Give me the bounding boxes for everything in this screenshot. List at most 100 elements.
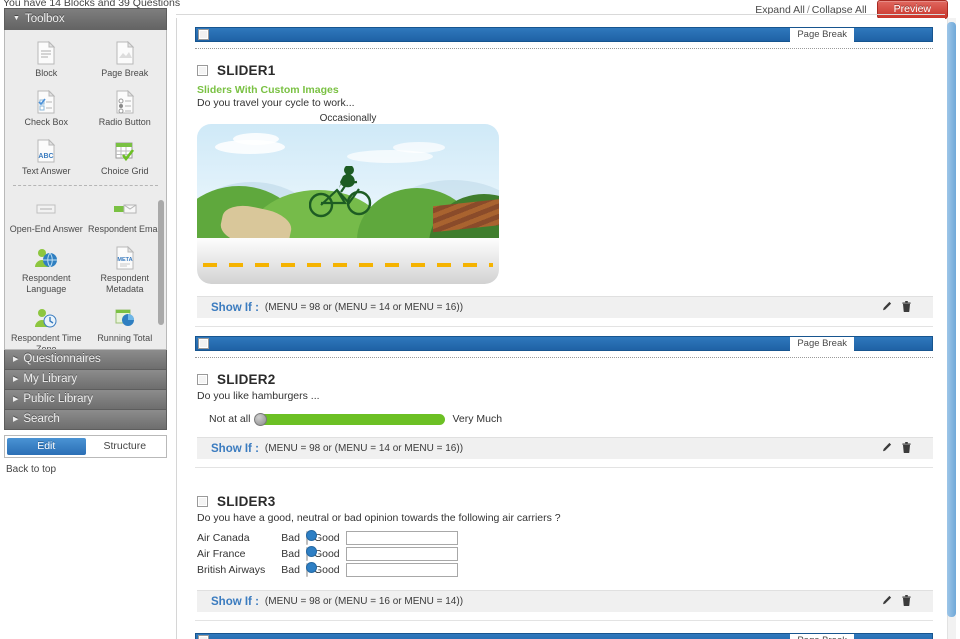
- show-if-bar: Show If : (MENU = 98 or (MENU = 14 or ME…: [197, 296, 933, 318]
- row-value-input[interactable]: [345, 531, 458, 545]
- choice-grid-icon: [88, 138, 163, 164]
- respondent-email-icon: [88, 196, 163, 222]
- page-break-checkbox[interactable]: [198, 29, 209, 40]
- image-slider-control[interactable]: Occasionally: [197, 113, 933, 284]
- slider-handle[interactable]: [305, 530, 317, 541]
- toolbox-grid-bottom: Open-End Answer Respondent Email Respond…: [5, 186, 166, 350]
- tool-label: Open-End Answer: [9, 224, 83, 234]
- show-if-condition: (MENU = 98 or (MENU = 14 or MENU = 16)): [264, 443, 464, 454]
- page-break-checkbox[interactable]: [198, 635, 209, 639]
- image-slider-caption: Occasionally: [319, 113, 377, 124]
- svg-text:META: META: [117, 257, 132, 263]
- sidebar-item-public-library[interactable]: ▶ Public Library: [4, 390, 167, 410]
- page-break-bar[interactable]: Page Break: [195, 336, 933, 351]
- tool-block[interactable]: Block: [7, 36, 86, 85]
- tool-respondent-metadata[interactable]: META Respondent Metadata: [86, 241, 165, 301]
- row-value-cell: [345, 562, 458, 578]
- row-label: British Airways: [197, 564, 266, 576]
- chevron-right-icon: ▶: [13, 395, 19, 403]
- row-left-label: Bad: [281, 532, 300, 544]
- tool-label: Check Box: [24, 117, 69, 127]
- tool-respondent-time-zone[interactable]: Respondent Time Zone: [7, 301, 86, 350]
- edit-pencil-icon[interactable]: [881, 442, 892, 453]
- show-if-actions: [881, 595, 911, 606]
- back-to-top-link[interactable]: Back to top: [6, 464, 167, 475]
- row-value-input[interactable]: [345, 547, 458, 561]
- toolbox-grid-top: Block Page Break Check Box Radio Button …: [5, 30, 166, 183]
- question-select-checkbox[interactable]: [197, 65, 208, 76]
- respondent-metadata-icon: META: [88, 245, 163, 271]
- question-title: SLIDER1: [217, 63, 276, 78]
- chevron-down-icon: ▼: [13, 15, 20, 23]
- tab-structure[interactable]: Structure: [86, 438, 165, 455]
- question-block-slider3: SLIDER3 Do you have a good, neutral or b…: [195, 468, 933, 621]
- page-break-label: Page Break: [790, 634, 854, 639]
- show-if-bar: Show If : (MENU = 98 or (MENU = 16 or ME…: [197, 590, 933, 612]
- tool-running-total[interactable]: Running Total: [86, 301, 165, 349]
- tool-radio-button[interactable]: Radio Button: [86, 85, 165, 134]
- page-break-checkbox[interactable]: [198, 338, 209, 349]
- block-icon: [9, 40, 84, 66]
- slider-track[interactable]: [305, 546, 317, 561]
- tool-label: Text Answer: [21, 166, 71, 176]
- cloud-shape: [233, 133, 279, 145]
- questionnaire-sheet: Page Break SLIDER1 Sliders With Custom I…: [177, 18, 945, 639]
- slider-track[interactable]: [305, 530, 317, 545]
- show-if-label: Show If :: [211, 442, 259, 455]
- sidebar-item-my-library[interactable]: ▶ My Library: [4, 370, 167, 390]
- sidebar-item-search[interactable]: ▶ Search: [4, 410, 167, 430]
- sidebar-item-questionnaires[interactable]: ▶ Questionnaires: [4, 350, 167, 370]
- slider-control[interactable]: Not at all Very Much: [209, 412, 933, 426]
- page-scrollbar-thumb[interactable]: [947, 22, 956, 617]
- tool-label: Respondent Metadata: [100, 273, 150, 294]
- row-left-label: Bad: [281, 564, 300, 576]
- tool-label: Respondent Time Zone: [10, 333, 82, 350]
- row-value-input[interactable]: [345, 563, 458, 577]
- tool-page-break[interactable]: Page Break: [86, 36, 165, 85]
- edit-pencil-icon[interactable]: [881, 301, 892, 312]
- sidebar-sections: ▶ Questionnaires ▶ My Library ▶ Public Libr…: [4, 350, 167, 430]
- chevron-right-icon: ▶: [13, 415, 19, 423]
- tool-respondent-email[interactable]: Respondent Email: [86, 192, 165, 241]
- sidebar-item-label: Questionnaires: [23, 353, 101, 365]
- page-break-icon: [88, 40, 163, 66]
- row-slider[interactable]: [305, 546, 317, 562]
- tool-label: Respondent Email: [87, 224, 162, 234]
- slider-handle[interactable]: [305, 546, 317, 557]
- questionnaire-canvas: Page Break SLIDER1 Sliders With Custom I…: [176, 18, 945, 639]
- question-select-checkbox[interactable]: [197, 496, 208, 507]
- slider-track[interactable]: [305, 562, 317, 577]
- table-row: British Airways Bad Good: [197, 562, 458, 578]
- page-break-divider: [195, 48, 933, 49]
- tool-text-answer[interactable]: ABC Text Answer: [7, 134, 86, 183]
- respondent-language-icon: [9, 245, 84, 271]
- tool-open-end-answer[interactable]: Open-End Answer: [7, 192, 86, 241]
- canvas-top-divider: [176, 14, 945, 15]
- tool-label: Radio Button: [98, 117, 151, 127]
- delete-trash-icon[interactable]: [902, 595, 911, 606]
- slider-handle[interactable]: [254, 412, 268, 426]
- question-block-slider1: SLIDER1 Sliders With Custom Images Do yo…: [195, 55, 933, 327]
- tool-choice-grid[interactable]: Choice Grid: [86, 134, 165, 183]
- delete-trash-icon[interactable]: [902, 442, 911, 453]
- question-text: Do you have a good, neutral or bad opini…: [197, 512, 561, 524]
- toolbox-scrollbar[interactable]: [158, 200, 164, 325]
- slider-handle[interactable]: [305, 562, 317, 573]
- page-break-bar[interactable]: Page Break: [195, 633, 933, 639]
- slider-track[interactable]: [254, 412, 446, 426]
- slider-grid: Air Canada Bad Good Air France Bad Good …: [197, 530, 458, 578]
- question-select-checkbox[interactable]: [197, 374, 208, 385]
- open-end-answer-icon: [9, 196, 84, 222]
- chevron-right-icon: ▶: [13, 375, 19, 383]
- delete-trash-icon[interactable]: [902, 301, 911, 312]
- preview-button[interactable]: Preview: [876, 0, 948, 19]
- tab-edit[interactable]: Edit: [7, 438, 86, 455]
- row-slider[interactable]: [305, 530, 317, 546]
- toolbox-header[interactable]: ▼ Toolbox: [4, 8, 167, 30]
- row-slider[interactable]: [305, 562, 317, 578]
- cycling-illustration: [197, 124, 499, 284]
- tool-respondent-language[interactable]: Respondent Language: [7, 241, 86, 301]
- page-break-bar[interactable]: Page Break: [195, 27, 933, 42]
- edit-pencil-icon[interactable]: [881, 595, 892, 606]
- tool-check-box[interactable]: Check Box: [7, 85, 86, 134]
